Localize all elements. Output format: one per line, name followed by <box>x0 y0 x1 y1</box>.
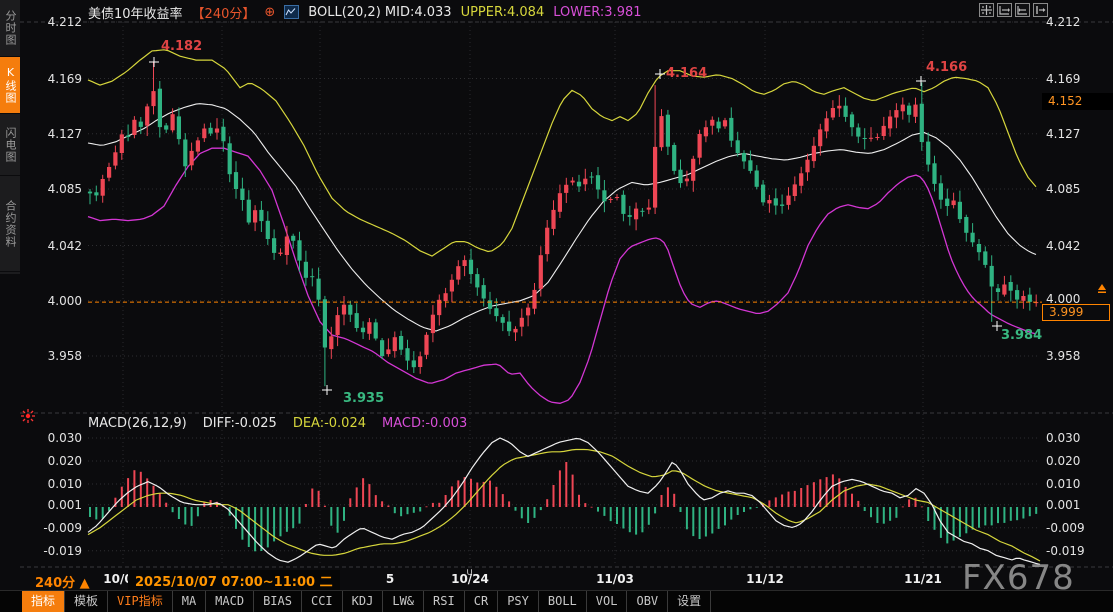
macd-tick-right: 0.030 <box>1046 430 1080 446</box>
macd-diff-label: DIFF:-0.025 <box>203 416 277 431</box>
expand-x-axis-icon[interactable] <box>997 3 1012 17</box>
timeframe-label[interactable]: 240分 ▲ <box>35 572 90 591</box>
price-annotation: 4.166 <box>926 60 967 75</box>
macd-params-label: MACD(26,12,9) <box>88 416 187 431</box>
menu-item-PSY[interactable]: PSY <box>498 591 539 612</box>
macd-tick-left: 0.030 <box>20 430 82 446</box>
scroll-to-latest-icon[interactable] <box>1096 279 1108 298</box>
price-annotation: 3.935 <box>343 391 384 406</box>
macd-value-label: MACD:-0.003 <box>382 416 467 431</box>
boll-mid-label: BOLL(20,2) MID:4.033 <box>308 5 451 20</box>
macd-header: MACD(26,12,9) DIFF:-0.025 DEA:-0.024 MAC… <box>88 416 467 431</box>
macd-tick-right: -0.009 <box>1046 520 1085 536</box>
indicator-menu-bar: 指标模板VIP指标MAMACDBIASCCIKDJLW&RSICRPSYBOLL… <box>0 590 1113 612</box>
menu-item-BOLL[interactable]: BOLL <box>539 591 587 612</box>
time-axis-label: 5 <box>386 572 394 586</box>
macd-tick-right: 0.020 <box>1046 453 1080 469</box>
sidebar-tab-2[interactable]: K线图 <box>0 57 20 114</box>
menu-item-KDJ[interactable]: KDJ <box>343 591 384 612</box>
price-annotation: 4.182 <box>161 39 202 54</box>
price-tick-right: 4.169 <box>1046 71 1080 87</box>
price-tick-left: 4.127 <box>20 126 82 142</box>
macd-tick-left: 0.010 <box>20 476 82 492</box>
fx678-watermark: FX678 <box>962 558 1075 598</box>
menu-item-指标[interactable]: 指标 <box>22 591 65 612</box>
instrument-title: 美债10年收益率 <box>88 3 183 22</box>
price-tick-left: 4.212 <box>20 14 82 30</box>
price-tick-right: 4.042 <box>1046 238 1080 254</box>
menu-item-MA[interactable]: MA <box>173 591 206 612</box>
price-tick-right: 3.958 <box>1046 348 1080 364</box>
chart-toolbar <box>979 3 1048 17</box>
macd-dea-label: DEA:-0.024 <box>293 416 366 431</box>
sidebar-tab-4[interactable]: 合约资料 <box>0 176 20 272</box>
macd-live-icon[interactable] <box>20 408 36 424</box>
sidebar-tab-1[interactable]: 分时图 <box>0 0 20 57</box>
bar-time-tooltip: 2025/10/07 07:00~11:00 二 <box>128 570 340 591</box>
sidebar-tab-3[interactable]: 闪电图 <box>0 114 20 176</box>
pan-icon[interactable] <box>979 3 994 17</box>
left-sidebar: 分时图K线图闪电图合约资料 <box>0 0 20 274</box>
menu-item-VIP指标[interactable]: VIP指标 <box>108 591 173 612</box>
macd-tick-left: 0.020 <box>20 453 82 469</box>
price-annotation: 3.984 <box>1001 328 1042 343</box>
current-price-badge: 3.999 <box>1042 304 1110 321</box>
time-axis-label: 10/24 <box>451 572 489 586</box>
boll-lower-label: LOWER:3.981 <box>553 5 641 20</box>
menu-item-MACD[interactable]: MACD <box>206 591 254 612</box>
menu-item-模板[interactable]: 模板 <box>65 591 108 612</box>
add-indicator-icon[interactable]: ⊕ <box>264 5 275 20</box>
price-tick-left: 4.169 <box>20 71 82 87</box>
candlestick-macd-chart[interactable] <box>0 0 1113 612</box>
macd-tick-left: -0.019 <box>20 543 82 559</box>
compress-x-axis-icon[interactable] <box>1015 3 1030 17</box>
price-tick-right: 4.085 <box>1046 181 1080 197</box>
macd-tick-left: 0.001 <box>20 497 82 513</box>
time-axis-label: 11/03 <box>596 572 634 586</box>
menu-item-CCI[interactable]: CCI <box>302 591 343 612</box>
macd-tick-right: -0.019 <box>1046 543 1085 559</box>
price-tick-left: 4.042 <box>20 238 82 254</box>
time-axis-label: 11/12 <box>746 572 784 586</box>
price-tick-right: 4.212 <box>1046 14 1080 30</box>
menu-item-VOL[interactable]: VOL <box>587 591 628 612</box>
collapse-panel-icon[interactable] <box>1033 3 1048 17</box>
trading-app-window: 分时图K线图闪电图合约资料 美债10年收益率 【240分】 ⊕ BOLL(20,… <box>0 0 1113 612</box>
price-tick-left: 4.085 <box>20 181 82 197</box>
price-tick-left: 4.000 <box>20 293 82 309</box>
menu-item-BIAS[interactable]: BIAS <box>254 591 302 612</box>
price-tick-right: 4.127 <box>1046 126 1080 142</box>
menu-item-RSI[interactable]: RSI <box>424 591 465 612</box>
chart-header: 美债10年收益率 【240分】 ⊕ BOLL(20,2) MID:4.033 U… <box>88 3 642 21</box>
last-close-price-badge: 4.152 <box>1042 93 1113 110</box>
time-axis-label: 11/21 <box>904 572 942 586</box>
macd-tick-left: -0.009 <box>20 520 82 536</box>
macd-tick-right: 0.001 <box>1046 497 1080 513</box>
menu-item-设置[interactable]: 设置 <box>668 591 711 612</box>
boll-upper-label: UPPER:4.084 <box>461 5 545 20</box>
period-label[interactable]: 【240分】 <box>192 3 256 22</box>
mini-chart-icon[interactable] <box>284 5 299 19</box>
menu-item-CR[interactable]: CR <box>465 591 498 612</box>
menu-item-LW&[interactable]: LW& <box>383 591 424 612</box>
macd-tick-right: 0.010 <box>1046 476 1080 492</box>
menu-item-OBV[interactable]: OBV <box>627 591 668 612</box>
price-annotation: 4.164 <box>666 66 707 81</box>
price-tick-left: 3.958 <box>20 348 82 364</box>
